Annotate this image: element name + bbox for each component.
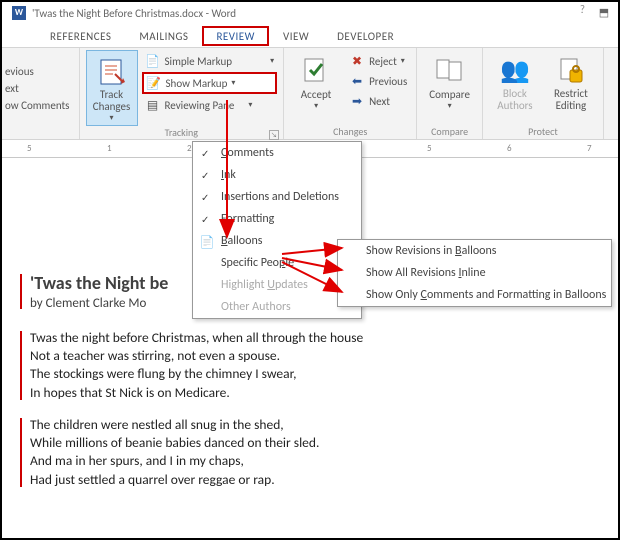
- comment-next[interactable]: ext: [2, 81, 73, 96]
- revision-bar: [20, 331, 22, 400]
- menu-item-balloons[interactable]: 📄Balloons: [193, 230, 361, 252]
- menu-item-show-only-comments-formatting[interactable]: Show Only Comments and Formatting in Bal…: [338, 284, 611, 306]
- restrict-editing-button[interactable]: Restrict Editing: [545, 50, 597, 113]
- track-changes-button[interactable]: Track Changes ▾: [86, 50, 138, 126]
- revision-bar: [20, 274, 22, 309]
- markup-icon: 📄: [145, 53, 161, 69]
- block-authors-label: Block Authors: [497, 88, 532, 111]
- balloons-icon: 📄: [199, 234, 215, 250]
- block-authors-button[interactable]: 👥 Block Authors: [489, 50, 541, 113]
- ribbon-display-options-icon[interactable]: ⬒: [590, 3, 618, 23]
- revision-bar: [20, 418, 22, 487]
- body-line: The children were nestled all snug in th…: [30, 416, 594, 434]
- chevron-down-icon: ▾: [314, 101, 318, 111]
- body-line: Not a teacher was stirring, not even a s…: [30, 347, 594, 365]
- compare-icon: [434, 54, 466, 86]
- next-change-button[interactable]: ➡Next: [346, 92, 410, 110]
- tracking-dialog-launcher[interactable]: ↘: [269, 130, 279, 140]
- tracking-group-label: Tracking: [165, 126, 198, 139]
- block-authors-icon: 👥: [499, 54, 531, 86]
- comment-previous[interactable]: evious: [2, 64, 73, 79]
- track-changes-icon: [96, 55, 128, 87]
- ribbon: evious ext ow Comments Track Changes ▾ 📄…: [2, 48, 618, 140]
- next-icon: ➡: [349, 93, 365, 109]
- accept-label: Accept: [301, 88, 332, 101]
- menu-item-comments[interactable]: ✓Comments: [193, 142, 361, 164]
- changes-group-label: Changes: [333, 125, 367, 138]
- tab-developer[interactable]: DEVELOPER: [323, 26, 408, 46]
- track-changes-label: Track Changes: [93, 89, 131, 113]
- chevron-down-icon: ▾: [109, 113, 113, 123]
- menu-item-show-revisions-in-balloons[interactable]: Show Revisions in Balloons: [338, 240, 611, 262]
- menu-item-specific-people[interactable]: Specific People: [193, 252, 361, 274]
- tab-references[interactable]: REFERENCES: [36, 26, 125, 46]
- title-bar: W 'Twas the Night Before Christmas.docx …: [2, 2, 618, 24]
- reject-icon: ✖: [349, 53, 365, 69]
- reviewing-pane-dropdown[interactable]: ▤ Reviewing Pane ▾: [142, 96, 278, 114]
- accept-icon: [300, 54, 332, 86]
- compare-label: Compare: [429, 88, 470, 101]
- reject-button[interactable]: ✖Reject ▾: [346, 52, 410, 70]
- restrict-editing-icon: [555, 54, 587, 86]
- check-icon: ✓: [201, 213, 209, 226]
- body-line: While millions of beanie babies danced o…: [30, 434, 594, 452]
- compare-button[interactable]: Compare ▾: [423, 50, 476, 113]
- tab-view[interactable]: VIEW: [269, 26, 323, 46]
- show-markup-icon: 📝: [146, 75, 162, 91]
- accept-button[interactable]: Accept ▾: [290, 50, 342, 113]
- body-line: And ma in her spurs, and I in my chaps,: [30, 452, 594, 470]
- previous-icon: ⬅: [349, 73, 365, 89]
- menu-item-other-authors: Other Authors: [193, 296, 361, 318]
- menu-item-show-all-revisions-inline[interactable]: Show All Revisions Inline: [338, 262, 611, 284]
- body-line: Twas the night before Christmas, when al…: [30, 329, 594, 347]
- previous-change-button[interactable]: ⬅Previous: [346, 72, 410, 90]
- tab-mailings[interactable]: MAILINGS: [125, 26, 202, 46]
- body-line: The stockings were flung by the chimney …: [30, 365, 594, 383]
- menu-item-highlight-updates: Highlight Updates: [193, 274, 361, 296]
- body-line: In hopes that St Nick is on Medicare.: [30, 384, 594, 402]
- document-title: 'Twas the Night Before Christmas.docx - …: [32, 7, 236, 20]
- menu-item-formatting[interactable]: ✓Formatting: [193, 208, 361, 230]
- check-icon: ✓: [201, 191, 209, 204]
- markup-display-dropdown[interactable]: 📄 Simple Markup ▾: [142, 52, 278, 70]
- menu-item-insertions-deletions[interactable]: ✓Insertions and Deletions: [193, 186, 361, 208]
- ribbon-tabs: REFERENCES MAILINGS REVIEW VIEW DEVELOPE…: [2, 24, 618, 48]
- body-line: Had just settled a quarrel over reggae o…: [30, 471, 594, 489]
- help-icon[interactable]: ?: [580, 3, 585, 23]
- protect-group-label: Protect: [528, 125, 558, 138]
- reviewing-pane-icon: ▤: [145, 97, 161, 113]
- restrict-editing-label: Restrict Editing: [554, 88, 588, 111]
- show-markup-dropdown[interactable]: 📝 Show Markup ▾: [142, 72, 278, 94]
- tab-review[interactable]: REVIEW: [202, 26, 269, 46]
- compare-group-label: Compare: [431, 125, 468, 138]
- check-icon: ✓: [201, 169, 209, 182]
- menu-item-ink[interactable]: ✓Ink: [193, 164, 361, 186]
- show-comments[interactable]: ow Comments: [2, 98, 73, 113]
- balloons-submenu: Show Revisions in Balloons Show All Revi…: [337, 239, 612, 307]
- word-icon: W: [12, 6, 26, 20]
- chevron-down-icon: ▾: [448, 101, 452, 111]
- check-icon: ✓: [201, 147, 209, 160]
